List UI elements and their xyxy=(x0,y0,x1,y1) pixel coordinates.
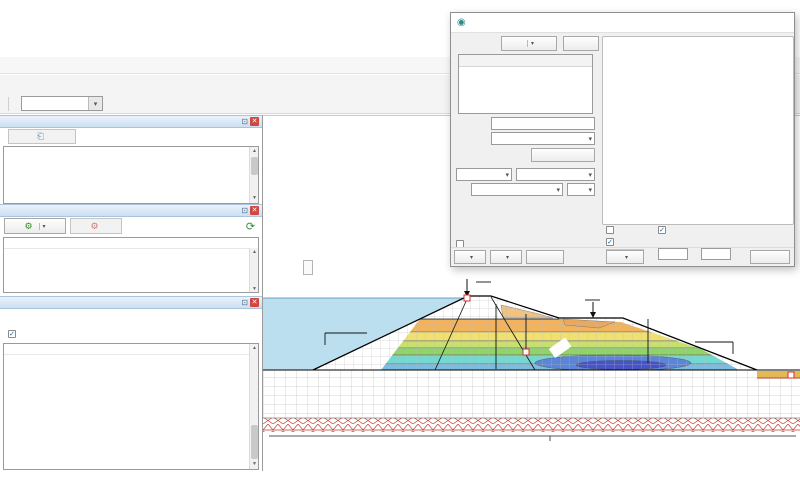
add-graph-button[interactable]: ▾ xyxy=(501,36,557,51)
scroll-up-icon[interactable]: ▲ xyxy=(250,248,259,257)
graphs-table[interactable] xyxy=(458,54,593,114)
analysis-tree[interactable]: ▲ ▼ xyxy=(3,146,259,204)
fixed-boundary-hatch xyxy=(263,418,800,432)
set-locations-button[interactable] xyxy=(531,148,595,162)
checkbox-icon[interactable] xyxy=(606,226,614,234)
solver-stop-button[interactable]: ⚙ xyxy=(70,218,122,234)
x-parameter-select[interactable] xyxy=(471,183,563,196)
scroll-up-icon[interactable]: ▲ xyxy=(250,147,259,156)
scroll-thumb[interactable] xyxy=(251,157,258,175)
category-select[interactable] xyxy=(491,132,595,145)
history-point-marker[interactable] xyxy=(464,295,470,301)
draw-graph-dialog[interactable]: ◉ ▾ xyxy=(450,12,795,267)
chevron-down-icon[interactable]: ▾ xyxy=(506,254,509,261)
scroll-down-icon[interactable]: ▼ xyxy=(250,460,259,469)
close-icon[interactable]: ✕ xyxy=(250,298,259,307)
define-project-button[interactable]: ⎗ xyxy=(8,129,76,144)
el-365-arrow xyxy=(590,312,596,318)
chevron-down-icon[interactable]: ▾ xyxy=(625,254,628,261)
result-time-header: ⊡ ✕ xyxy=(0,296,262,309)
close-icon[interactable]: ✕ xyxy=(250,206,259,215)
dialog-title-bar[interactable]: ◉ xyxy=(451,13,794,33)
scroll-thumb[interactable] xyxy=(251,425,258,459)
graph-chart-panel xyxy=(602,36,794,225)
solver-analysis-list[interactable]: ▲ ▼ xyxy=(3,237,259,293)
print-button[interactable] xyxy=(526,250,564,264)
define-icon: ⎗ xyxy=(37,131,44,142)
delete-graph-button[interactable] xyxy=(563,36,599,51)
toolbar-separator xyxy=(8,97,9,111)
pin-icon[interactable]: ⊡ xyxy=(241,206,248,215)
project-manager-header: ⊡ ✕ xyxy=(0,115,262,128)
x-range-max-input[interactable] xyxy=(701,248,731,260)
history-point-marker[interactable] xyxy=(523,349,529,355)
checkbox-icon[interactable] xyxy=(658,226,666,234)
x-range-min-input[interactable] xyxy=(658,248,688,260)
chevron-down-icon[interactable]: ▾ xyxy=(88,97,102,110)
pin-icon[interactable]: ⊡ xyxy=(241,298,248,307)
checkbox-icon[interactable] xyxy=(606,238,614,246)
solver-start-button[interactable]: ⚙ ▾ xyxy=(4,218,66,234)
chevron-down-icon[interactable]: ▾ xyxy=(527,40,534,47)
cursor-coordinates-tooltip xyxy=(303,260,313,275)
close-button[interactable] xyxy=(750,250,790,264)
close-icon[interactable] xyxy=(777,16,794,30)
parameter-group-select[interactable] xyxy=(456,168,512,181)
graph-dialog-icon: ◉ xyxy=(457,17,466,28)
more-button[interactable]: ▾ xyxy=(606,250,644,264)
parameter-item-select[interactable] xyxy=(516,168,595,181)
chevron-down-icon[interactable]: ▾ xyxy=(39,223,46,230)
chevron-down-icon[interactable]: ▾ xyxy=(470,254,473,261)
minimize-icon[interactable] xyxy=(743,16,760,30)
solver-manager-header: ⊡ ✕ xyxy=(0,204,262,217)
legend-checkbox[interactable] xyxy=(606,226,617,234)
solver-scrollbar[interactable]: ▲ ▼ xyxy=(249,248,258,293)
save-button[interactable]: ▾ xyxy=(490,250,522,264)
tree-scrollbar[interactable]: ▲ ▼ xyxy=(249,147,258,203)
close-icon[interactable]: ✕ xyxy=(250,117,259,126)
result-time-list[interactable]: ▲ ▼ xyxy=(3,343,259,470)
solver-refresh-icon[interactable]: ⟳ xyxy=(243,218,258,234)
history-point-marker[interactable] xyxy=(788,372,794,378)
contour-parameter-combo[interactable]: ▾ xyxy=(21,96,103,111)
autorefresh-checkbox[interactable] xyxy=(606,238,617,246)
copy-button[interactable]: ▾ xyxy=(454,250,486,264)
application-window: ▾ ⊡ ✕ ⎗ ▲ ▼ ⊡ ✕ ⚙ ▾ ⚙ ⟳ xyxy=(0,0,800,500)
scroll-up-icon[interactable]: ▲ xyxy=(250,344,259,353)
maximize-icon[interactable] xyxy=(760,16,777,30)
checkbox-icon[interactable] xyxy=(8,330,16,338)
autoscale-checkbox[interactable] xyxy=(658,226,669,234)
pin-icon[interactable]: ⊡ xyxy=(241,117,248,126)
start-gear-icon: ⚙ xyxy=(24,221,32,232)
scroll-down-icon[interactable]: ▼ xyxy=(250,194,259,203)
time-scrollbar[interactable]: ▲ ▼ xyxy=(249,344,258,469)
graph-name-input[interactable] xyxy=(491,117,595,130)
graphs-table-header xyxy=(459,55,592,67)
x-unit-select[interactable] xyxy=(567,183,595,196)
only-current-analysis-checkbox[interactable] xyxy=(8,330,20,338)
scroll-down-icon[interactable]: ▼ xyxy=(250,285,259,293)
stop-gear-icon: ⚙ xyxy=(90,221,98,232)
